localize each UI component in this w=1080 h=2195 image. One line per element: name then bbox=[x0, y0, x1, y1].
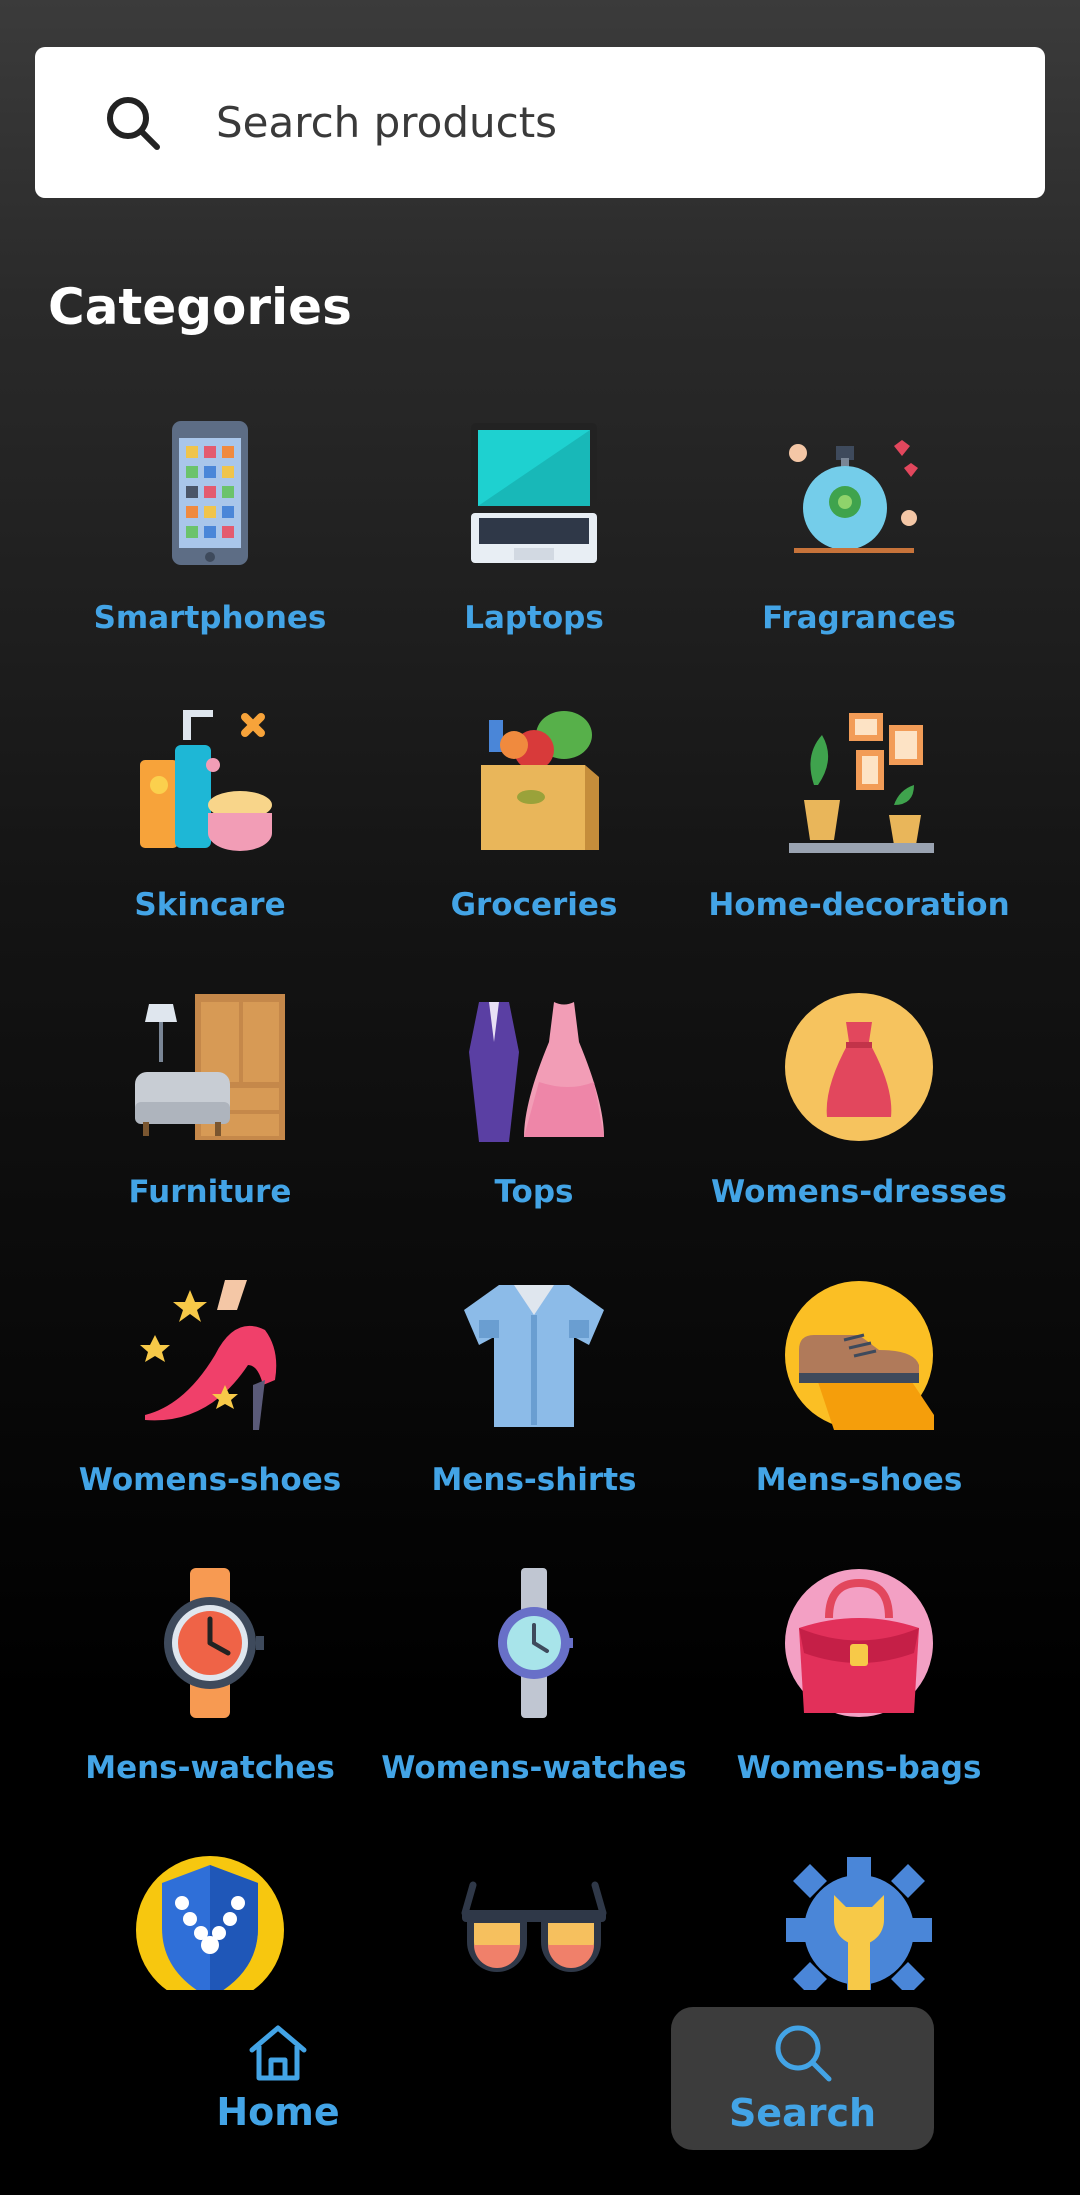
category-skincare[interactable]: Skincare bbox=[40, 705, 380, 965]
search-bar[interactable] bbox=[35, 47, 1045, 198]
category-fragrances[interactable]: Fragrances bbox=[689, 418, 1029, 678]
categories-heading: Categories bbox=[48, 278, 352, 336]
search-icon bbox=[103, 93, 163, 153]
nav-home-label: Home bbox=[216, 2090, 340, 2134]
category-jewellery[interactable] bbox=[40, 1855, 380, 1990]
category-smartphones[interactable]: Smartphones bbox=[40, 418, 380, 678]
category-sunglasses[interactable] bbox=[364, 1855, 704, 1990]
category-label: Skincare bbox=[134, 887, 286, 923]
category-womens-watches[interactable]: Womens-watches bbox=[364, 1568, 704, 1828]
category-label: Smartphones bbox=[93, 600, 327, 636]
home-icon bbox=[246, 2020, 310, 2084]
red-dress-icon bbox=[784, 992, 934, 1142]
perfume-icon bbox=[784, 418, 934, 568]
grocery-bag-icon bbox=[459, 705, 609, 855]
category-home-decoration[interactable]: Home-decoration bbox=[689, 705, 1029, 965]
category-womens-bags[interactable]: Womens-bags bbox=[689, 1568, 1029, 1828]
category-laptops[interactable]: Laptops bbox=[364, 418, 704, 678]
category-label: Womens-bags bbox=[736, 1750, 982, 1786]
category-label: Furniture bbox=[128, 1174, 292, 1210]
handbag-icon bbox=[784, 1568, 934, 1718]
category-furniture[interactable]: Furniture bbox=[40, 992, 380, 1252]
dress-suit-icon bbox=[459, 992, 609, 1142]
category-label: Laptops bbox=[464, 600, 604, 636]
smartphone-icon bbox=[135, 418, 285, 568]
category-mens-shoes[interactable]: Mens-shoes bbox=[689, 1280, 1029, 1540]
category-label: Womens-watches bbox=[381, 1750, 687, 1786]
gear-wrench-icon bbox=[784, 1855, 934, 1990]
bottom-navigation: Home Search bbox=[0, 1990, 1080, 2195]
sunglasses-icon bbox=[459, 1855, 609, 1990]
shirt-icon bbox=[459, 1280, 609, 1430]
category-label: Womens-shoes bbox=[78, 1462, 342, 1498]
skincare-icon bbox=[135, 705, 285, 855]
category-womens-dresses[interactable]: Womens-dresses bbox=[689, 992, 1029, 1252]
necklace-shield-icon bbox=[135, 1855, 285, 1990]
nav-home[interactable]: Home bbox=[178, 2020, 378, 2170]
category-label: Tops bbox=[494, 1174, 574, 1210]
high-heel-icon bbox=[135, 1280, 285, 1430]
category-label: Home-decoration bbox=[708, 887, 1010, 923]
category-groceries[interactable]: Groceries bbox=[364, 705, 704, 965]
orange-watch-icon bbox=[135, 1568, 285, 1718]
purple-watch-icon bbox=[459, 1568, 609, 1718]
category-label: Groceries bbox=[450, 887, 618, 923]
category-label: Mens-shoes bbox=[755, 1462, 963, 1498]
nav-search-label: Search bbox=[728, 2091, 877, 2135]
search-input[interactable] bbox=[216, 87, 996, 157]
category-tops[interactable]: Tops bbox=[364, 992, 704, 1252]
search-icon bbox=[771, 2021, 835, 2085]
category-label: Mens-shirts bbox=[431, 1462, 637, 1498]
nav-search[interactable]: Search bbox=[671, 2007, 934, 2150]
category-label: Fragrances bbox=[762, 600, 956, 636]
laptop-icon bbox=[459, 418, 609, 568]
category-label: Mens-watches bbox=[85, 1750, 335, 1786]
category-mens-watches[interactable]: Mens-watches bbox=[40, 1568, 380, 1828]
home-decor-icon bbox=[784, 705, 934, 855]
category-womens-shoes[interactable]: Womens-shoes bbox=[40, 1280, 380, 1540]
furniture-icon bbox=[135, 992, 285, 1142]
category-label: Womens-dresses bbox=[711, 1174, 1007, 1210]
category-mens-shirts[interactable]: Mens-shirts bbox=[364, 1280, 704, 1540]
mens-shoe-icon bbox=[784, 1280, 934, 1430]
category-automotive[interactable] bbox=[689, 1855, 1029, 1990]
category-grid: Smartphones Laptops Fragrances Skincare … bbox=[0, 395, 1080, 1990]
